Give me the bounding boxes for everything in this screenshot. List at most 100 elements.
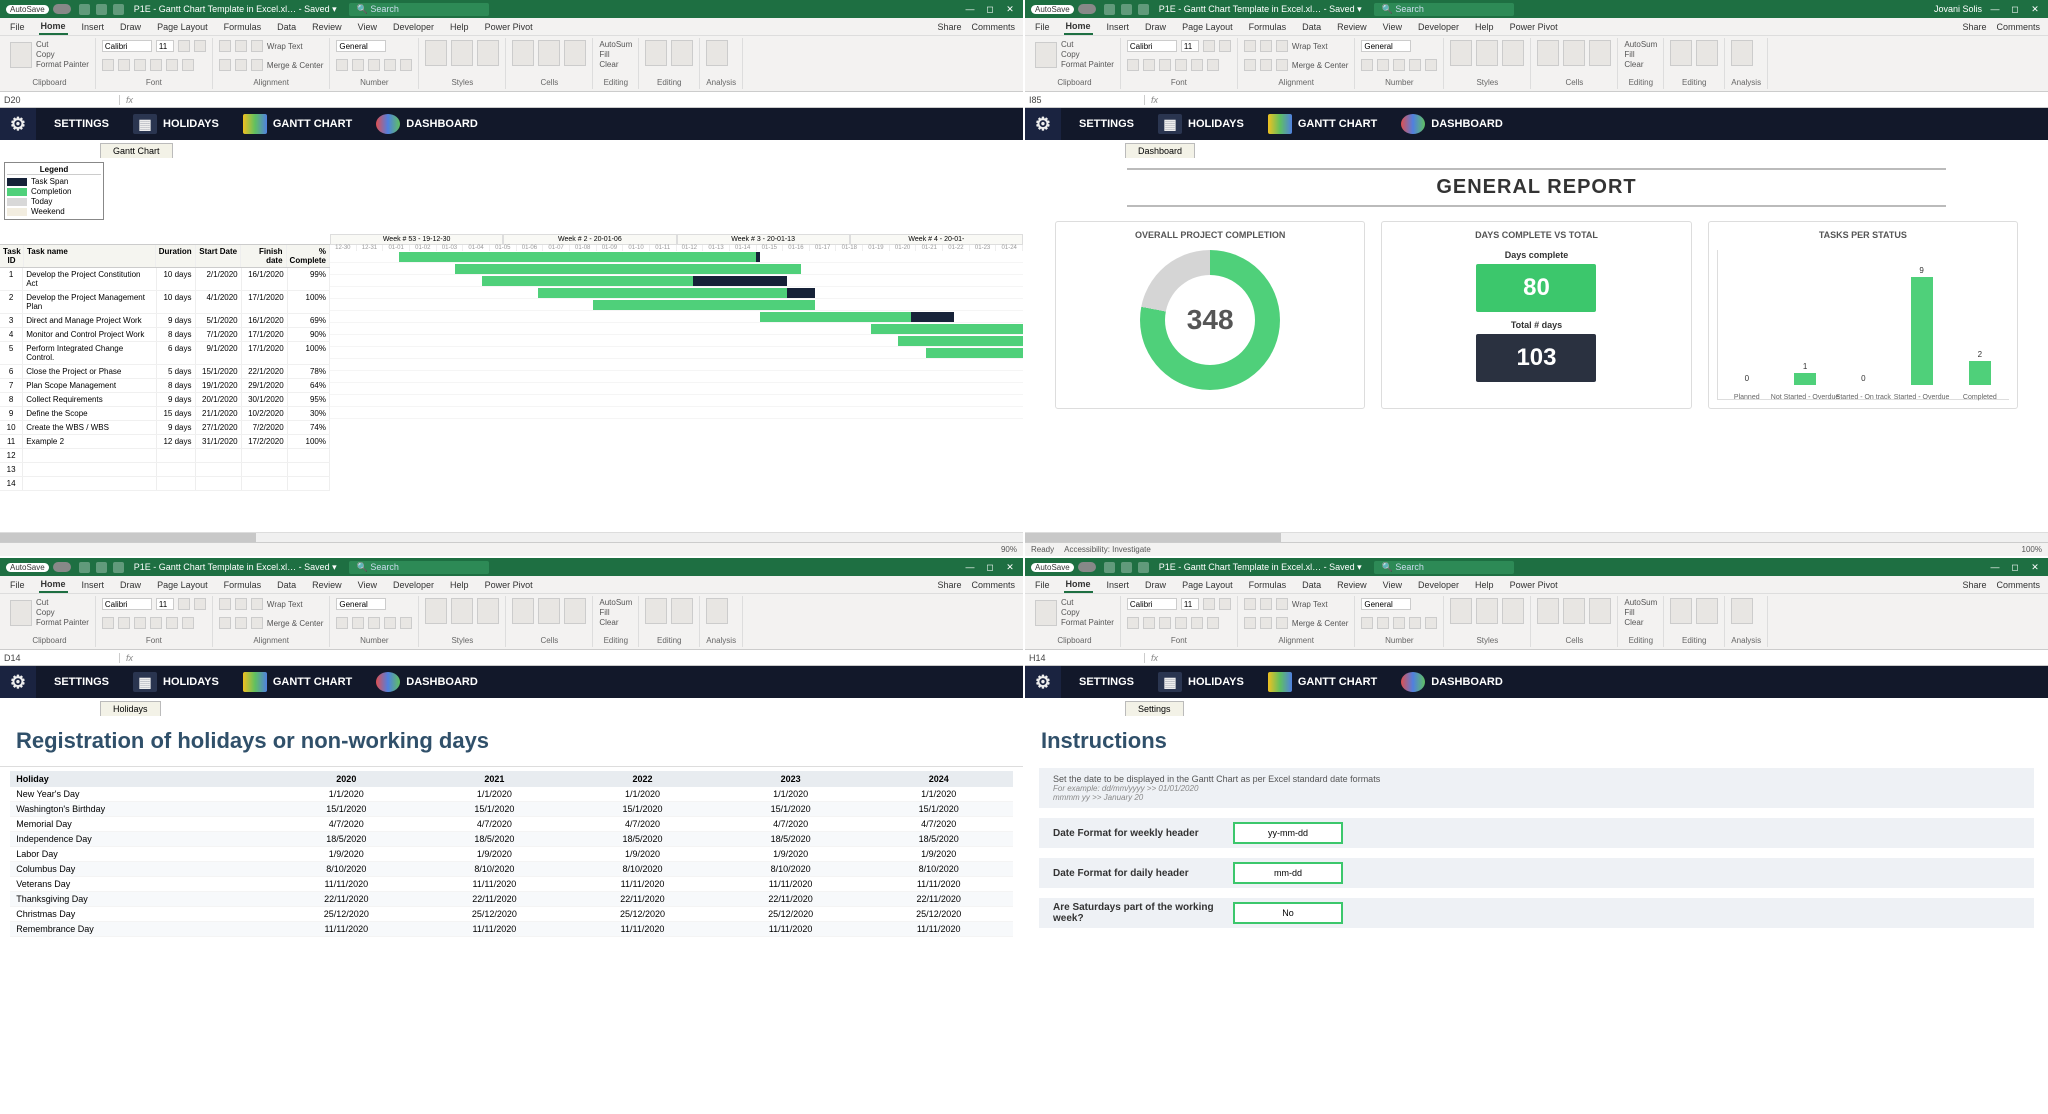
align-right-icon[interactable]: [251, 617, 263, 629]
fill-color-icon[interactable]: [1191, 59, 1203, 71]
font-select[interactable]: [1127, 40, 1177, 52]
tab-help[interactable]: Help: [448, 578, 471, 592]
underline-icon[interactable]: [134, 59, 146, 71]
find-select-button[interactable]: [1696, 598, 1718, 624]
task-row[interactable]: 5Perform Integrated Change Control.6 day…: [0, 342, 330, 365]
align-top-icon[interactable]: [219, 40, 231, 52]
currency-icon[interactable]: [336, 59, 348, 71]
align-center-icon[interactable]: [1260, 617, 1272, 629]
format-button[interactable]: [564, 598, 586, 624]
cut-button[interactable]: Cut: [1061, 40, 1114, 49]
subtab-dashboard[interactable]: Dashboard: [1125, 143, 1195, 158]
saturdays-input[interactable]: No: [1233, 902, 1343, 924]
size-select[interactable]: [156, 40, 174, 52]
cell-styles-button[interactable]: [1502, 40, 1524, 66]
task-row[interactable]: 7Plan Scope Management8 days19/1/202029/…: [0, 379, 330, 393]
align-mid-icon[interactable]: [1260, 598, 1272, 610]
align-right-icon[interactable]: [251, 59, 263, 71]
bold-icon[interactable]: [1127, 617, 1139, 629]
hol-row[interactable]: Labor Day1/9/20201/9/20201/9/20201/9/202…: [10, 847, 1013, 862]
gear-icon[interactable]: [1025, 666, 1061, 698]
name-box[interactable]: D20: [0, 95, 120, 105]
search-input[interactable]: 🔍 Search: [1374, 561, 1514, 574]
size-select[interactable]: [156, 598, 174, 610]
tab-draw[interactable]: Draw: [118, 578, 143, 592]
format-button[interactable]: [1589, 598, 1611, 624]
nav-dashboard[interactable]: DASHBOARD: [1389, 108, 1515, 140]
inc-dec-icon[interactable]: [384, 59, 396, 71]
name-box[interactable]: I85: [1025, 95, 1145, 105]
fx-icon[interactable]: fx: [120, 653, 139, 663]
clear-button[interactable]: Clear: [599, 618, 618, 627]
align-center-icon[interactable]: [235, 59, 247, 71]
decrease-font-icon[interactable]: [1219, 40, 1231, 52]
status-accessibility[interactable]: Accessibility: Investigate: [1064, 545, 1151, 554]
fill-color-icon[interactable]: [166, 617, 178, 629]
nav-settings[interactable]: SETTINGS: [42, 108, 121, 140]
fx-icon[interactable]: fx: [120, 95, 139, 105]
minimize-icon[interactable]: —: [1988, 562, 2002, 572]
align-bot-icon[interactable]: [251, 598, 263, 610]
tab-review[interactable]: Review: [1335, 20, 1369, 34]
underline-icon[interactable]: [1159, 617, 1171, 629]
wrap-button[interactable]: Wrap Text: [1292, 42, 1328, 51]
analyze-button[interactable]: [1731, 40, 1753, 66]
task-row[interactable]: 3Direct and Manage Project Work9 days5/1…: [0, 314, 330, 328]
currency-icon[interactable]: [336, 617, 348, 629]
wrap-button[interactable]: Wrap Text: [267, 600, 303, 609]
autosum-button[interactable]: AutoSum: [599, 598, 632, 607]
save-icon[interactable]: [1104, 562, 1115, 573]
hol-row[interactable]: Columbus Day8/10/20208/10/20208/10/20208…: [10, 862, 1013, 877]
undo-icon[interactable]: [96, 4, 107, 15]
tab-file[interactable]: File: [1033, 20, 1052, 34]
format-painter-button[interactable]: Format Painter: [36, 60, 89, 69]
analyze-button[interactable]: [1731, 598, 1753, 624]
align-right-icon[interactable]: [1276, 59, 1288, 71]
gear-icon[interactable]: [0, 108, 36, 140]
fill-button[interactable]: Fill: [1624, 50, 1634, 59]
hol-row[interactable]: Remembrance Day11/11/202011/11/202011/11…: [10, 922, 1013, 937]
hol-row[interactable]: Independence Day18/5/202018/5/202018/5/2…: [10, 832, 1013, 847]
find-select-button[interactable]: [671, 598, 693, 624]
border-icon[interactable]: [1175, 617, 1187, 629]
task-row[interactable]: 10Create the WBS / WBS9 days27/1/20207/2…: [0, 421, 330, 435]
tab-view[interactable]: View: [1381, 20, 1404, 34]
insert-button[interactable]: [1537, 40, 1559, 66]
subtab-gantt[interactable]: Gantt Chart: [100, 143, 173, 158]
comments-button[interactable]: Comments: [971, 22, 1015, 32]
nav-gantt[interactable]: GANTT CHART: [231, 108, 364, 140]
fill-button[interactable]: Fill: [599, 50, 609, 59]
tab-powerpivot[interactable]: Power Pivot: [1508, 578, 1560, 592]
tab-home[interactable]: Home: [1064, 19, 1093, 35]
tab-data[interactable]: Data: [1300, 20, 1323, 34]
cut-button[interactable]: Cut: [36, 598, 89, 607]
cut-button[interactable]: Cut: [36, 40, 89, 49]
format-button[interactable]: [564, 40, 586, 66]
task-row[interactable]: 12: [0, 449, 330, 463]
autosum-button[interactable]: AutoSum: [599, 40, 632, 49]
border-icon[interactable]: [150, 617, 162, 629]
dec-dec-icon[interactable]: [400, 59, 412, 71]
autosave-toggle[interactable]: [1078, 562, 1096, 572]
clear-button[interactable]: Clear: [1624, 60, 1643, 69]
cell-styles-button[interactable]: [477, 40, 499, 66]
sort-filter-button[interactable]: [1670, 598, 1692, 624]
save-icon[interactable]: [79, 4, 90, 15]
font-select[interactable]: [1127, 598, 1177, 610]
font-color-icon[interactable]: [1207, 59, 1219, 71]
tab-pagelayout[interactable]: Page Layout: [155, 20, 210, 34]
align-left-icon[interactable]: [1244, 617, 1256, 629]
tab-pagelayout[interactable]: Page Layout: [155, 578, 210, 592]
task-row[interactable]: 6Close the Project or Phase5 days15/1/20…: [0, 365, 330, 379]
font-select[interactable]: [102, 598, 152, 610]
tab-view[interactable]: View: [356, 20, 379, 34]
undo-icon[interactable]: [1121, 4, 1132, 15]
redo-icon[interactable]: [113, 562, 124, 573]
nav-holidays[interactable]: HOLIDAYS: [121, 108, 231, 140]
subtab-holidays[interactable]: Holidays: [100, 701, 161, 716]
tab-draw[interactable]: Draw: [1143, 578, 1168, 592]
cell-styles-button[interactable]: [477, 598, 499, 624]
task-row[interactable]: 14: [0, 477, 330, 491]
tab-view[interactable]: View: [1381, 578, 1404, 592]
tab-pagelayout[interactable]: Page Layout: [1180, 578, 1235, 592]
